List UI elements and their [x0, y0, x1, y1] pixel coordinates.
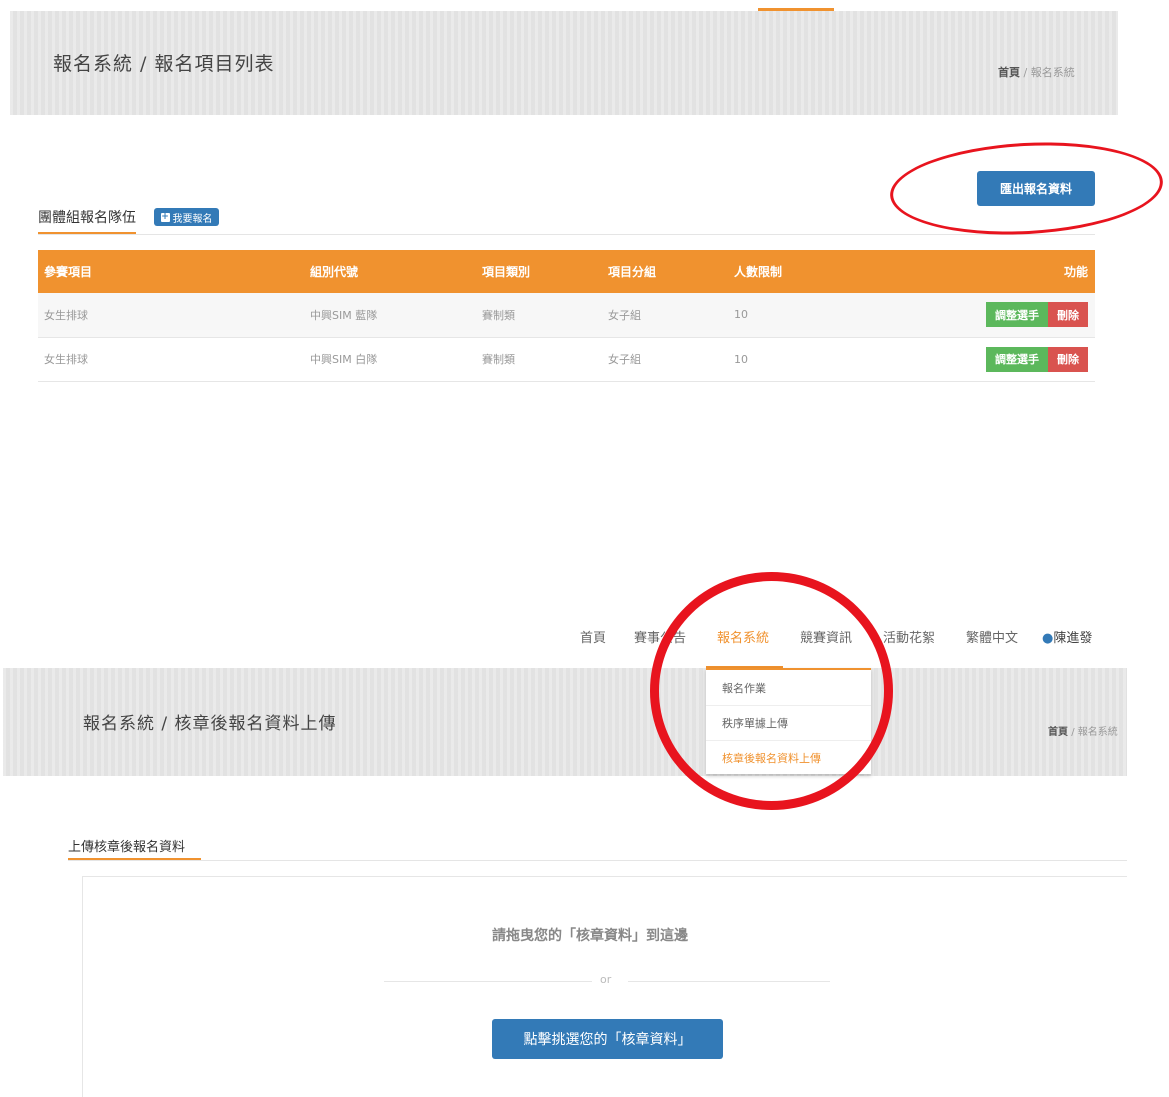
table-cell: 中興SIM 白隊	[304, 337, 476, 382]
nav-item-home[interactable]: 首頁	[580, 627, 606, 646]
nav-item-gallery[interactable]: 活動花絮	[883, 627, 935, 646]
user-icon: ●	[1042, 631, 1054, 646]
delete-button[interactable]: 刪除	[1048, 302, 1088, 328]
select-file-button[interactable]: 點擊挑選您的「核章資料」	[492, 1019, 723, 1059]
table-cell: 賽制類	[476, 293, 602, 338]
divider-left	[384, 981, 592, 982]
table-cell: 女子組	[602, 337, 728, 382]
signup-button[interactable]: + 我要報名	[154, 208, 219, 226]
breadcrumb-home[interactable]: 首頁	[1048, 727, 1068, 738]
table-cell: 10	[728, 293, 928, 338]
table-cell: 女生排球	[38, 337, 304, 382]
column-header: 項目分組	[602, 250, 728, 293]
page-header-banner: 報名系統 / 報名項目列表 首頁 / 報名系統	[10, 11, 1118, 115]
table-header-row: 參賽項目 組別代號 項目類別 項目分組 人數限制 功能	[38, 250, 1095, 293]
column-header: 項目類別	[476, 250, 602, 293]
column-header: 功能	[928, 250, 1095, 293]
dropdown-item-order-upload[interactable]: 秩序單據上傳	[706, 705, 871, 740]
plus-square-icon: +	[160, 211, 170, 222]
breadcrumb: 首頁 / 報名系統	[1048, 723, 1127, 738]
file-dropzone[interactable]: 請拖曳您的「核章資料」到這邊 or 點擊挑選您的「核章資料」	[82, 876, 1127, 1097]
section-title-team-signup: 團體組報名隊伍	[38, 210, 136, 226]
dropzone-or-text: or	[600, 973, 612, 986]
page-title: 報名系統 / 報名項目列表	[53, 53, 275, 75]
nav-item-signup-system[interactable]: 報名系統	[717, 627, 769, 646]
column-header: 組別代號	[304, 250, 476, 293]
section-title-underline	[68, 858, 201, 860]
breadcrumb-separator: /	[1071, 727, 1075, 738]
nav-item-announcements[interactable]: 賽事公告	[634, 627, 686, 646]
dropdown-item-stamped-upload[interactable]: 核章後報名資料上傳	[706, 740, 871, 775]
adjust-players-button[interactable]: 調整選手	[986, 302, 1048, 328]
breadcrumb: 首頁 / 報名系統	[998, 64, 1075, 80]
section-title-upload: 上傳核章後報名資料	[68, 840, 186, 855]
section-title-underline	[38, 232, 136, 234]
dropdown-item-signup-task[interactable]: 報名作業	[706, 670, 871, 705]
nav-user[interactable]: ●陳進發	[1042, 627, 1092, 646]
breadcrumb-current: 報名系統	[1030, 66, 1075, 79]
column-header: 參賽項目	[38, 250, 304, 293]
page-title: 報名系統 / 核章後報名資料上傳	[83, 714, 337, 734]
page-header-banner: 報名系統 / 核章後報名資料上傳 首頁 / 報名系統	[3, 668, 1127, 776]
delete-button[interactable]: 刪除	[1048, 346, 1088, 372]
signup-system-dropdown: 報名作業 秩序單據上傳 核章後報名資料上傳	[706, 668, 871, 774]
table-row: 女生排球 中興SIM 藍隊 賽制類 女子組 10 調整選手 刪除	[38, 293, 1095, 338]
section-divider	[68, 860, 1127, 861]
export-signup-data-button[interactable]: 匯出報名資料	[977, 171, 1095, 206]
breadcrumb-home[interactable]: 首頁	[998, 66, 1020, 79]
table-cell: 女生排球	[38, 293, 304, 338]
adjust-players-button[interactable]: 調整選手	[986, 346, 1048, 372]
table-cell: 10	[728, 337, 928, 382]
column-header: 人數限制	[728, 250, 928, 293]
table-cell: 賽制類	[476, 337, 602, 382]
dropzone-drag-text: 請拖曳您的「核章資料」到這邊	[492, 928, 688, 944]
table-cell: 女子組	[602, 293, 728, 338]
user-name: 陳進發	[1053, 631, 1093, 646]
section-divider	[38, 234, 1095, 235]
table-actions-cell: 調整選手 刪除	[928, 337, 1095, 382]
signup-button-label: 我要報名	[172, 213, 213, 225]
divider-right	[628, 981, 830, 982]
signup-teams-table: 參賽項目 組別代號 項目類別 項目分組 人數限制 功能 女生排球 中興SIM 藍…	[38, 250, 1095, 382]
nav-item-language[interactable]: 繁體中文	[966, 627, 1018, 646]
breadcrumb-current: 報名系統	[1077, 727, 1118, 738]
table-row: 女生排球 中興SIM 白隊 賽制類 女子組 10 調整選手 刪除	[38, 337, 1095, 382]
breadcrumb-separator: /	[1023, 66, 1028, 79]
row-actions: 調整選手 刪除	[986, 302, 1088, 328]
table-actions-cell: 調整選手 刪除	[928, 293, 1095, 338]
row-actions: 調整選手 刪除	[986, 346, 1088, 372]
table-cell: 中興SIM 藍隊	[304, 293, 476, 338]
nav-item-competition-info[interactable]: 競賽資訊	[800, 627, 852, 646]
